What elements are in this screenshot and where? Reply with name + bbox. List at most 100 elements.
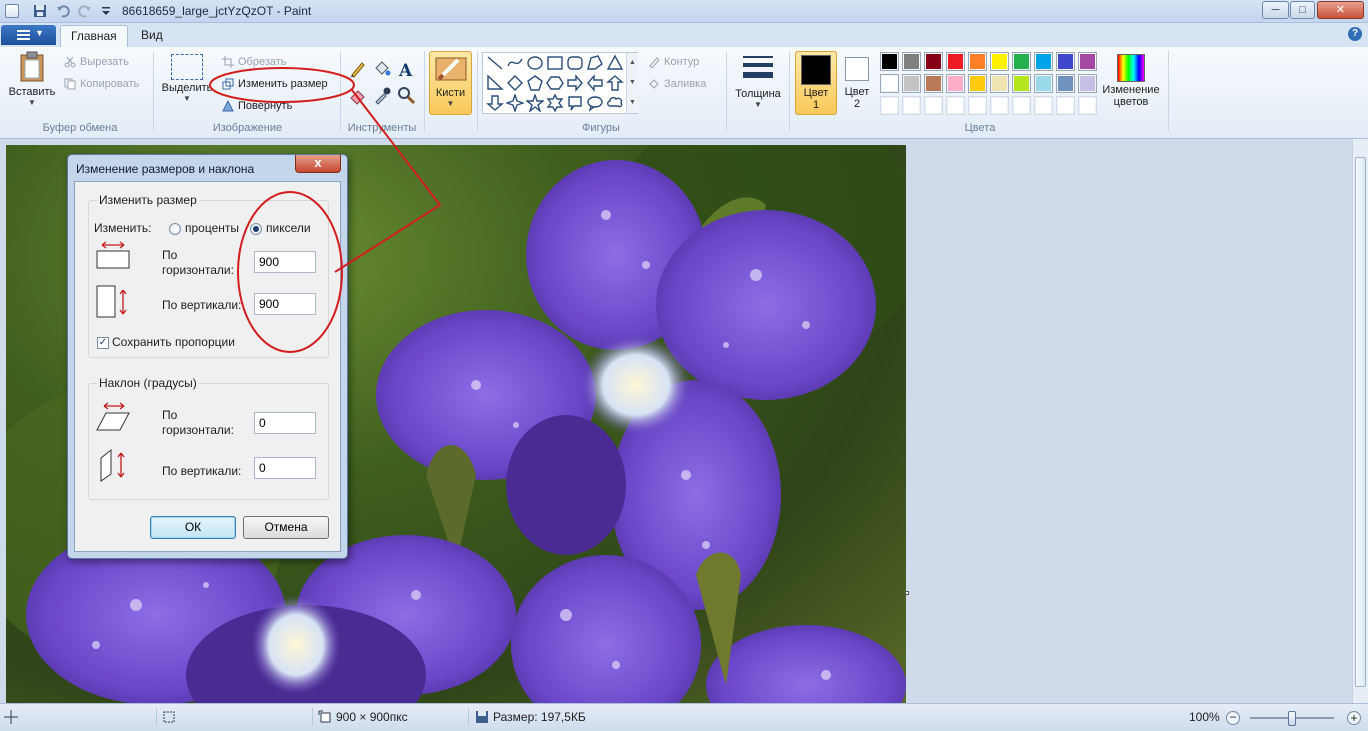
color-picker-icon[interactable] — [372, 85, 392, 105]
vertical-scrollbar[interactable] — [1352, 139, 1368, 703]
zoom-slider-thumb[interactable] — [1288, 711, 1296, 726]
brushes-button[interactable]: Кисти ▼ — [429, 51, 472, 115]
palette-color-swatch[interactable] — [1056, 52, 1075, 71]
hexagon-shape-icon[interactable] — [546, 74, 564, 92]
palette-color-swatch[interactable] — [968, 52, 987, 71]
ok-button[interactable]: ОК — [150, 516, 236, 539]
up-arrow-shape-icon[interactable] — [606, 74, 624, 92]
chevron-down-icon[interactable]: ▼ — [627, 73, 638, 93]
palette-color-swatch[interactable] — [924, 52, 943, 71]
palette-color-swatch[interactable] — [946, 52, 965, 71]
oval-callout-shape-icon[interactable] — [586, 94, 604, 112]
fill-bucket-icon[interactable] — [372, 59, 392, 79]
rounded-rectangle-shape-icon[interactable] — [566, 54, 584, 72]
palette-color-swatch[interactable] — [968, 74, 987, 93]
palette-color-swatch[interactable] — [902, 74, 921, 93]
save-icon[interactable] — [33, 4, 47, 18]
pixels-radio[interactable] — [250, 223, 262, 235]
chevron-up-icon[interactable]: ▲ — [627, 53, 638, 73]
cancel-button[interactable]: Отмена — [243, 516, 329, 539]
skew-horizontal-input[interactable] — [254, 412, 316, 434]
cut-button[interactable]: Вырезать — [62, 54, 129, 70]
resize-vertical-input[interactable] — [254, 293, 316, 315]
palette-color-swatch[interactable] — [990, 96, 1009, 115]
palette-color-swatch[interactable] — [946, 74, 965, 93]
palette-color-swatch[interactable] — [1056, 74, 1075, 93]
magnifier-icon[interactable] — [396, 85, 416, 105]
pencil-icon[interactable] — [348, 59, 368, 79]
skew-vertical-input[interactable] — [254, 457, 316, 479]
palette-color-swatch[interactable] — [1012, 52, 1031, 71]
triangle-shape-icon[interactable] — [606, 54, 624, 72]
tab-home[interactable]: Главная — [60, 25, 128, 47]
fill-button[interactable]: Заливка — [646, 76, 706, 92]
palette-color-swatch[interactable] — [1012, 74, 1031, 93]
six-point-star-shape-icon[interactable] — [546, 94, 564, 112]
palette-color-swatch[interactable] — [1012, 96, 1031, 115]
palette-color-swatch[interactable] — [968, 96, 987, 115]
line-shape-icon[interactable] — [486, 54, 504, 72]
shapes-scrollbar[interactable]: ▲ ▼ ▼ — [626, 53, 638, 113]
maximize-button[interactable]: □ — [1290, 1, 1315, 19]
palette-color-swatch[interactable] — [990, 52, 1009, 71]
dialog-close-button[interactable]: x — [295, 155, 341, 173]
palette-color-swatch[interactable] — [1034, 52, 1053, 71]
size-button[interactable]: Толщина ▼ — [731, 51, 785, 109]
rotate-button[interactable]: Повернуть — [220, 98, 292, 114]
color2-button[interactable]: Цвет 2 — [840, 51, 874, 115]
paint-app-icon[interactable] — [5, 4, 19, 18]
redo-icon[interactable] — [78, 4, 92, 18]
palette-color-swatch[interactable] — [880, 74, 899, 93]
paste-button[interactable]: Вставить ▼ — [6, 51, 58, 107]
zoom-out-button[interactable]: − — [1226, 711, 1240, 725]
undo-icon[interactable] — [56, 4, 70, 18]
pixels-label[interactable]: пиксели — [266, 221, 311, 235]
percent-label[interactable]: проценты — [185, 221, 239, 235]
palette-color-swatch[interactable] — [1078, 52, 1097, 71]
palette-color-swatch[interactable] — [1078, 74, 1097, 93]
palette-color-swatch[interactable] — [880, 52, 899, 71]
down-arrow-shape-icon[interactable] — [486, 94, 504, 112]
left-arrow-shape-icon[interactable] — [586, 74, 604, 92]
zoom-in-button[interactable]: + — [1347, 711, 1361, 725]
rectangle-shape-icon[interactable] — [546, 54, 564, 72]
palette-color-swatch[interactable] — [924, 96, 943, 115]
select-button[interactable]: Выделить ▼ — [160, 51, 214, 103]
rounded-callout-shape-icon[interactable] — [566, 94, 584, 112]
diamond-shape-icon[interactable] — [506, 74, 524, 92]
palette-color-swatch[interactable] — [1034, 74, 1053, 93]
oval-shape-icon[interactable] — [526, 54, 544, 72]
resize-horizontal-input[interactable] — [254, 251, 316, 273]
curve-shape-icon[interactable] — [506, 54, 524, 72]
edit-colors-button[interactable]: Изменение цветов — [1098, 51, 1164, 108]
expand-gallery-icon[interactable]: ▼ — [627, 93, 638, 113]
palette-color-swatch[interactable] — [924, 74, 943, 93]
palette-color-swatch[interactable] — [1078, 96, 1097, 115]
palette-color-swatch[interactable] — [902, 96, 921, 115]
tab-view[interactable]: Вид — [131, 25, 173, 47]
eraser-icon[interactable] — [348, 85, 368, 105]
copy-button[interactable]: Копировать — [62, 76, 139, 92]
scrollbar-thumb[interactable] — [1355, 157, 1366, 687]
outline-button[interactable]: Контур — [646, 54, 699, 70]
keep-ratio-label[interactable]: Сохранить пропорции — [112, 335, 235, 349]
color1-button[interactable]: Цвет 1 — [795, 51, 837, 115]
pentagon-shape-icon[interactable] — [526, 74, 544, 92]
cloud-callout-shape-icon[interactable] — [606, 94, 624, 112]
close-button[interactable]: ✕ — [1317, 1, 1364, 19]
palette-color-swatch[interactable] — [1034, 96, 1053, 115]
palette-color-swatch[interactable] — [880, 96, 899, 115]
file-menu-button[interactable]: ▼ — [1, 25, 56, 45]
right-arrow-shape-icon[interactable] — [566, 74, 584, 92]
palette-color-swatch[interactable] — [990, 74, 1009, 93]
crop-button[interactable]: Обрезать — [220, 54, 287, 70]
percent-radio[interactable] — [169, 223, 181, 235]
palette-color-swatch[interactable] — [946, 96, 965, 115]
right-triangle-shape-icon[interactable] — [486, 74, 504, 92]
palette-color-swatch[interactable] — [902, 52, 921, 71]
resize-button[interactable]: Изменить размер — [220, 76, 328, 92]
canvas-resize-handle[interactable] — [905, 591, 909, 595]
keep-ratio-checkbox[interactable]: ✓ — [97, 337, 109, 349]
customize-quick-access-icon[interactable] — [99, 4, 113, 18]
four-point-star-shape-icon[interactable] — [506, 94, 524, 112]
